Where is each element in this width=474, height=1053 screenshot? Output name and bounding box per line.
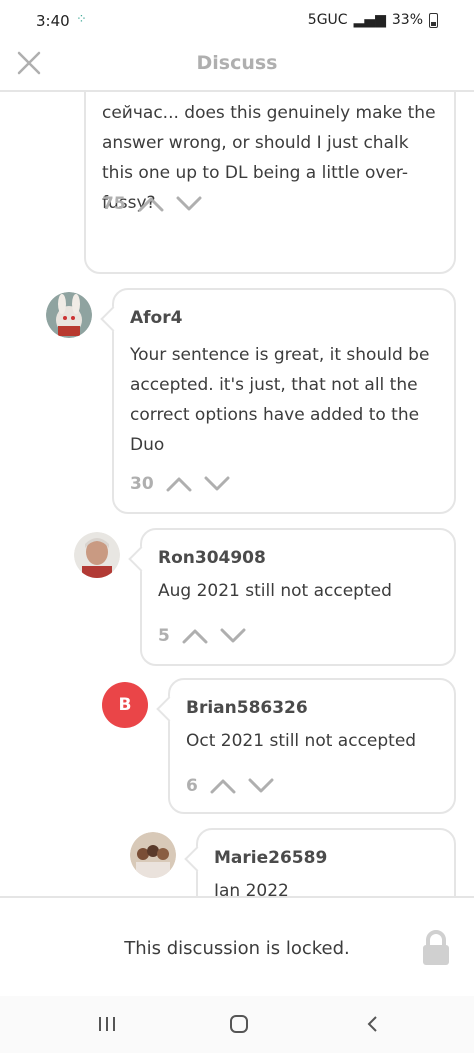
- comment-author[interactable]: Brian586326: [186, 698, 308, 718]
- status-bar: 3:40 ⁘ 5GUC ▂▄▆ 33%: [0, 0, 474, 42]
- downvote-icon[interactable]: [220, 628, 246, 644]
- battery-label: 33%: [391, 12, 423, 28]
- comment-author[interactable]: Ron304908: [158, 548, 266, 568]
- system-nav-bar: [0, 996, 474, 1053]
- comment-body: Oct 2021 still not accepted: [186, 731, 417, 751]
- vote-count: 6: [186, 776, 198, 796]
- signal-icon: ▂▄▆: [353, 12, 386, 28]
- battery-icon: [429, 12, 438, 28]
- downvote-icon[interactable]: [204, 476, 230, 492]
- vote-controls: 30: [130, 474, 230, 494]
- avatar-image: [74, 532, 120, 578]
- downvote-icon[interactable]: [248, 778, 274, 794]
- downvote-icon[interactable]: [176, 196, 202, 212]
- avatar[interactable]: [46, 292, 92, 338]
- header: Discuss: [0, 42, 474, 92]
- status-icons: 5GUC ▂▄▆ 33%: [308, 12, 438, 28]
- avatar[interactable]: [74, 532, 120, 578]
- comment-body: Jan 2022: [214, 881, 289, 896]
- page-title: Discuss: [196, 52, 278, 74]
- locked-banner: This discussion is locked.: [0, 896, 474, 996]
- avatar-image: [46, 292, 92, 338]
- home-icon[interactable]: [228, 1014, 250, 1034]
- vote-count: 75: [102, 194, 126, 214]
- upvote-icon[interactable]: [210, 778, 236, 794]
- upvote-icon[interactable]: [182, 628, 208, 644]
- avatar[interactable]: B: [102, 682, 148, 728]
- vote-count: 30: [130, 474, 154, 494]
- comment-card: Ron304908 Aug 2021 still not accepted 5: [140, 528, 456, 666]
- comment-card: Marie26589 Jan 2022: [196, 828, 456, 896]
- back-icon[interactable]: [362, 1014, 384, 1034]
- comment-body: Your sentence is great, it should be acc…: [130, 345, 430, 455]
- comment-body: Aug 2021 still not accepted: [158, 581, 392, 601]
- comment-card: Afor4 Your sentence is great, it should …: [112, 288, 456, 514]
- network-label: 5GUC: [307, 12, 348, 28]
- vote-controls: 75: [102, 194, 202, 214]
- status-time: 3:40: [36, 12, 70, 30]
- locked-message: This discussion is locked.: [124, 938, 350, 959]
- lock-icon: [423, 930, 449, 965]
- avatar-image: [130, 832, 176, 878]
- notification-icon: ⁘: [76, 12, 87, 27]
- comment-card: сейчас... does this genuinely make the a…: [84, 92, 456, 274]
- vote-count: 5: [158, 626, 170, 646]
- vote-controls: 6: [186, 776, 274, 796]
- discussion-thread[interactable]: сейчас... does this genuinely make the a…: [0, 92, 474, 896]
- recent-apps-icon[interactable]: [96, 1014, 118, 1034]
- comment-author[interactable]: Afor4: [130, 308, 182, 328]
- comment-author[interactable]: Marie26589: [214, 848, 327, 868]
- upvote-icon[interactable]: [166, 476, 192, 492]
- avatar[interactable]: [130, 832, 176, 878]
- comment-card: Brian586326 Oct 2021 still not accepted …: [168, 678, 456, 814]
- upvote-icon[interactable]: [138, 196, 164, 212]
- vote-controls: 5: [158, 626, 246, 646]
